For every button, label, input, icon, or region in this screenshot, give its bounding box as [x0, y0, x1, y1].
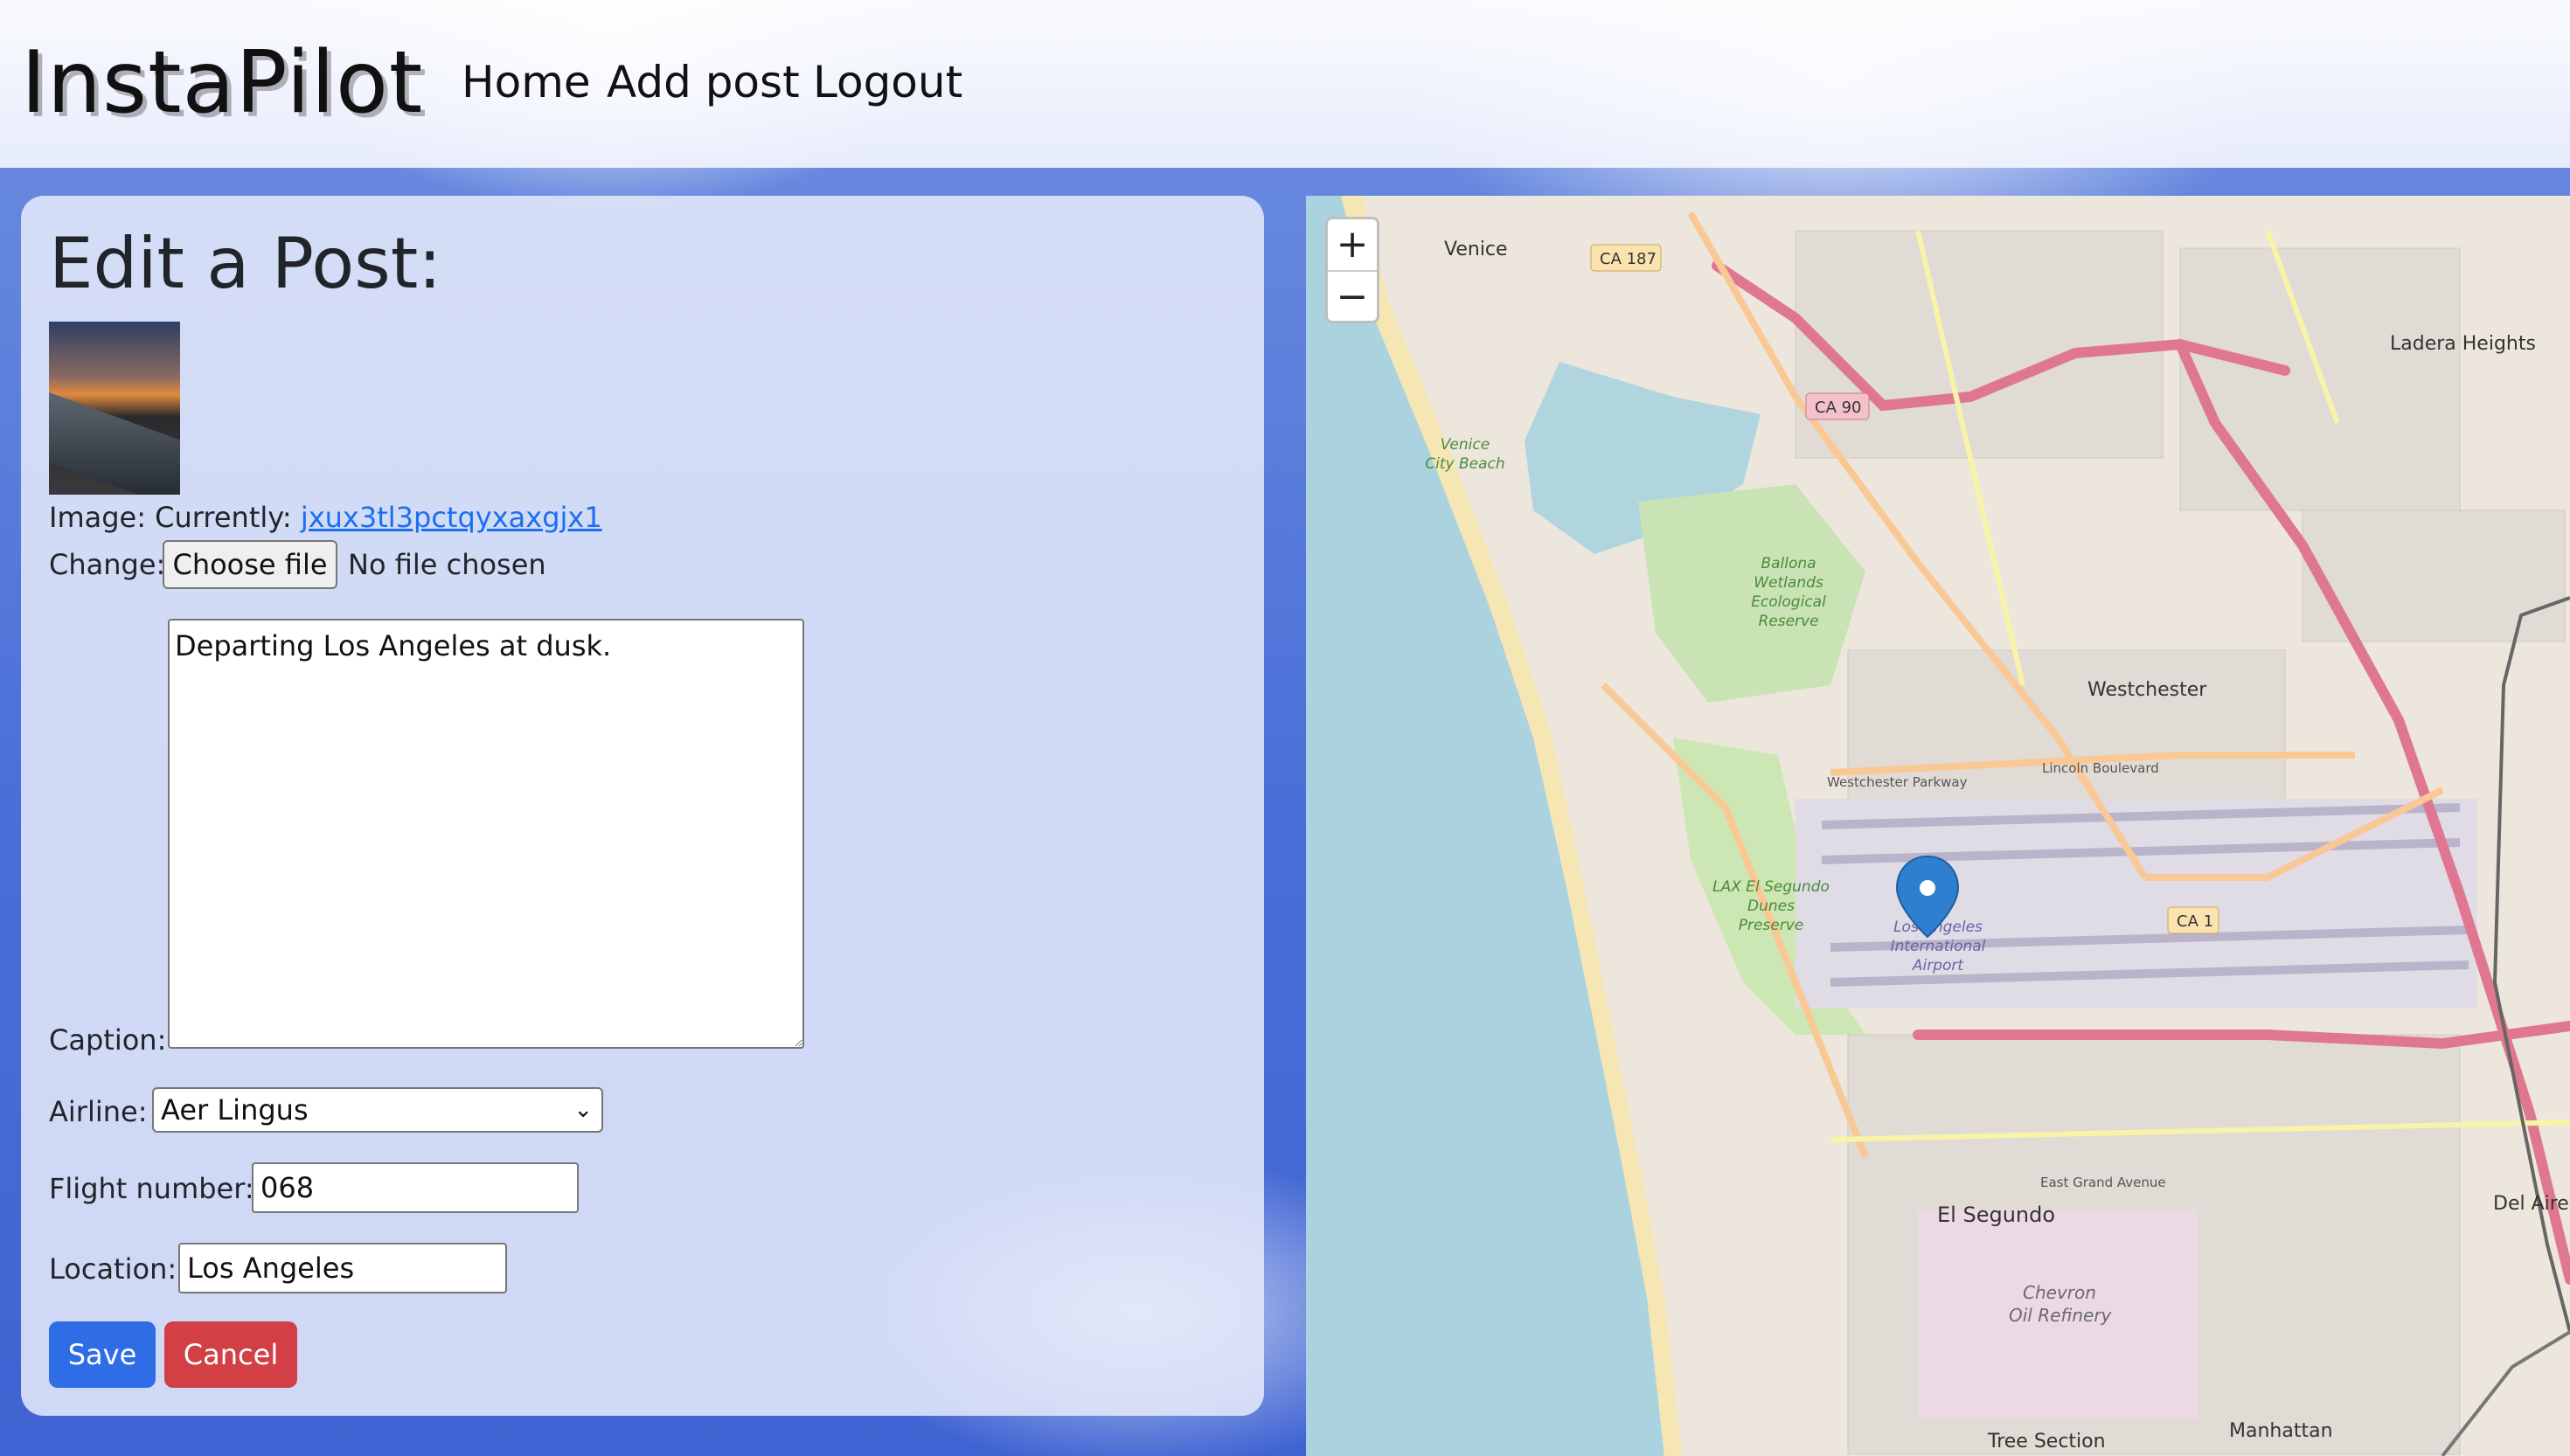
post-image-thumbnail [49, 322, 180, 495]
map-label-ballona-3: Ecological [1751, 593, 1826, 611]
chevron-down-icon: ⌄ [573, 1097, 593, 1123]
map-label-del-aire: Del Aire [2493, 1193, 2569, 1215]
zoom-in-button[interactable]: + [1328, 219, 1377, 270]
image-current-link[interactable]: jxux3tl3pctqyxaxgjx1 [301, 501, 602, 534]
location-input[interactable] [178, 1243, 507, 1293]
zoom-out-button[interactable]: − [1328, 272, 1377, 322]
map-label-el-segundo: El Segundo [1937, 1203, 2055, 1227]
map-label-east-grand: East Grand Avenue [2040, 1175, 2166, 1190]
image-current-row: Image: Currently: jxux3tl3pctqyxaxgjx1 [49, 500, 602, 535]
map-shield-ca90: CA 90 [1815, 399, 1862, 417]
map-label-airport-3: Airport [1912, 957, 1965, 974]
airline-label: Airline: [49, 1095, 148, 1128]
map-label-ballona-2: Wetlands [1754, 574, 1823, 592]
map-view[interactable]: Venice Ladera Heights Westchester El Seg… [1306, 196, 2570, 1456]
brand-logo[interactable]: InstaPilot [21, 35, 423, 131]
caption-label: Caption: [49, 1023, 167, 1057]
map-label-chevron: Chevron [2023, 1282, 2096, 1303]
caption-textarea[interactable]: Departing Los Angeles at dusk. [168, 619, 804, 1049]
map-label-dunes-2: Dunes [1747, 898, 1795, 915]
map-label-manhattan: Manhattan [2229, 1420, 2333, 1442]
nav-home[interactable]: Home [462, 54, 591, 110]
file-status-text: No file chosen [348, 548, 546, 581]
nav-logout[interactable]: Logout [813, 54, 962, 110]
change-label: Change: [49, 548, 166, 581]
map-label-dunes-1: LAX El Segundo [1712, 878, 1830, 896]
map-label-ladera: Ladera Heights [2390, 333, 2536, 355]
map-label-refinery: Oil Refinery [2009, 1305, 2113, 1326]
airline-select[interactable]: Aer Lingus ⌄ [152, 1087, 603, 1133]
image-current-label: Image: Currently: [49, 501, 292, 534]
map-label-lincoln-blvd: Lincoln Boulevard [2042, 760, 2159, 776]
map-shield-ca187: CA 187 [1600, 250, 1657, 268]
cancel-button[interactable]: Cancel [164, 1321, 297, 1388]
map-label-venice-beach-1: Venice [1441, 436, 1490, 454]
map-label-westchester-pkwy: Westchester Parkway [1827, 774, 1968, 790]
map-label-airport-2: International [1891, 938, 1986, 955]
navbar: InstaPilot Home Add post Logout [0, 0, 2570, 168]
map-label-ballona-1: Ballona [1761, 555, 1816, 572]
map-label-westchester: Westchester [2087, 679, 2207, 701]
map-canvas: Venice Ladera Heights Westchester El Seg… [1306, 196, 2570, 1456]
map-label-venice: Venice [1444, 239, 1508, 260]
map-label-dunes-3: Preserve [1739, 917, 1804, 934]
map-label-tree-section: Tree Section [1987, 1431, 2106, 1453]
save-button[interactable]: Save [49, 1321, 156, 1388]
location-label: Location: [49, 1252, 177, 1286]
map-zoom-control: + − [1325, 217, 1379, 323]
map-label-venice-beach-2: City Beach [1425, 455, 1504, 473]
nav-add-post[interactable]: Add post [607, 54, 800, 110]
page-title: Edit a Post: [49, 223, 442, 304]
choose-file-button[interactable]: Choose file [163, 540, 337, 589]
map-label-ballona-4: Reserve [1758, 613, 1818, 630]
airline-selected-value: Aer Lingus [161, 1093, 309, 1127]
flight-number-label: Flight number: [49, 1172, 254, 1205]
map-shield-ca1: CA 1 [2177, 912, 2213, 931]
flight-number-input[interactable] [252, 1162, 579, 1213]
